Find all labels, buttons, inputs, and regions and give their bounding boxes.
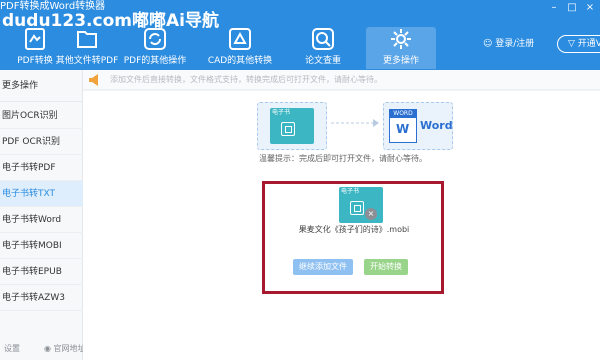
tab-label: PDF的其他操作 — [123, 56, 187, 66]
ebook-glyph — [281, 122, 295, 136]
sidebar-heading: 更多操作 — [0, 70, 83, 102]
search-icon — [312, 28, 334, 50]
sidebar-item-ebook-to-epub[interactable]: 电子书转EPUB — [0, 259, 83, 285]
notice-bar: 添加文件后直接转换，文件格式支持，转换完成后可打开文件，请耐心等待。 — [83, 70, 600, 90]
sidebar-item-pdf-ocr[interactable]: PDF OCR识别 — [0, 129, 83, 155]
website-link[interactable]: ◉ 官网地址 — [44, 343, 86, 355]
vip-button[interactable]: ▽ 开通VIP — [557, 35, 600, 53]
sidebar-item-image-ocr[interactable]: 图片OCR识别 — [0, 103, 83, 129]
maximize-button[interactable]: □ — [566, 2, 578, 14]
flow-arrow — [331, 119, 379, 127]
sidebar-item-ebook-to-mobi[interactable]: 电子书转MOBI — [0, 233, 83, 259]
file-tag: 电子书 — [341, 188, 360, 195]
start-convert-button[interactable]: 开始转换 — [364, 259, 408, 275]
tab-cad-convert[interactable]: CAD的其他转换 — [205, 27, 275, 69]
cart-icon: ▽ — [568, 39, 575, 49]
sidebar-item-ebook-to-pdf[interactable]: 电子书转PDF — [0, 155, 83, 181]
hint-text: 温馨提示：完成后即可打开文件，请耐心等待。 — [259, 154, 427, 163]
globe-icon: ◉ — [44, 344, 51, 353]
sidebar-item-ebook-to-azw3[interactable]: 电子书转AZW3 — [0, 285, 83, 311]
settings-label: 设置 — [4, 344, 20, 353]
website-label: 官网地址 — [53, 344, 86, 353]
source-format-box: 电子书 — [257, 102, 327, 150]
tab-more-ops[interactable]: 更多操作 — [366, 27, 436, 69]
tab-pdf-other-ops[interactable]: PDF的其他操作 — [120, 27, 190, 69]
close-button[interactable]: × — [584, 2, 596, 14]
tab-label: CAD的其他转换 — [207, 56, 273, 66]
ebook-file-icon: 电子书 — [270, 108, 314, 144]
word-doc-icon: WORD W — [389, 109, 417, 143]
login-label: 登录/注册 — [495, 39, 535, 49]
cad-icon — [229, 28, 251, 50]
file-icon — [77, 31, 97, 48]
refresh-icon — [144, 28, 166, 50]
word-doc-tag: WORD — [390, 110, 416, 118]
settings-link[interactable]: 设置 — [4, 343, 20, 355]
remove-file-icon[interactable]: × — [365, 208, 377, 220]
sidebar-item-ebook-to-txt[interactable]: 电子书转TXT — [0, 181, 83, 207]
word-doc-glyph: W — [396, 122, 410, 136]
top-header: PDF转换成Word转换器 dudu123.com嘟嘟Ai导航 – □ × PD… — [0, 0, 600, 70]
user-icon: ☺ — [483, 39, 493, 49]
tab-label: 更多操作 — [382, 56, 419, 66]
sidebar: 更多操作 图片OCR识别 PDF OCR识别 电子书转PDF 电子书转TXT 电… — [0, 70, 83, 360]
tab-other-to-pdf[interactable]: 其他文件转PDF — [52, 27, 122, 69]
pdf-icon — [25, 28, 45, 50]
login-link[interactable]: ☺ 登录/注册 — [483, 38, 534, 50]
minimize-button[interactable]: – — [548, 2, 560, 14]
add-more-files-button[interactable]: 继续添加文件 — [293, 259, 353, 275]
notice-text: 添加文件后直接转换，文件格式支持，转换完成后可打开文件，请耐心等待。 — [110, 75, 382, 84]
megaphone-icon — [89, 74, 98, 86]
tab-label: 其他文件转PDF — [55, 56, 119, 66]
tab-thesis-check[interactable]: 论文查重 — [288, 27, 358, 69]
sidebar-item-ebook-to-word[interactable]: 电子书转Word — [0, 207, 83, 233]
target-format-box: WORD W Word — [383, 102, 453, 150]
file-glyph — [350, 201, 364, 215]
file-name: 果麦文化《孩子们的诗》.mobi — [298, 225, 410, 234]
vip-label: 开通VIP — [577, 39, 600, 49]
ebook-tag: 电子书 — [272, 109, 291, 116]
gear-icon — [391, 29, 411, 49]
file-thumbnail-icon: 电子书 — [339, 187, 383, 223]
target-format-label: Word — [420, 119, 453, 132]
tab-label: 论文查重 — [304, 56, 341, 66]
